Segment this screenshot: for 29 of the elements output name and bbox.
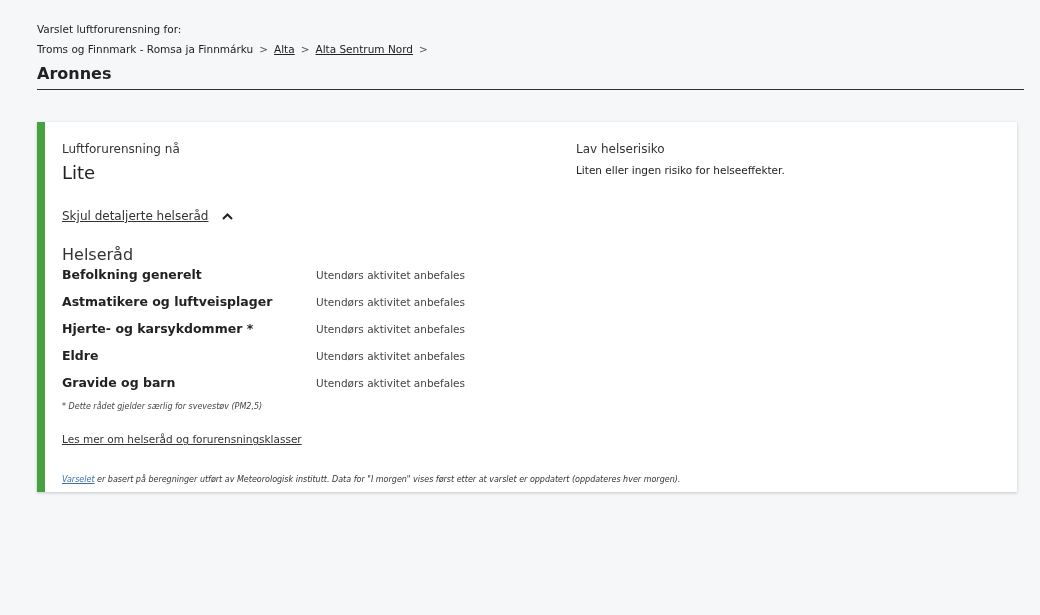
group-name: Eldre [62,348,100,363]
risk-title: Lav helserisiko [576,142,665,156]
status-value: Lite [62,162,96,183]
toggle-advice-link[interactable]: Skjul detaljerte helseråd [62,209,209,223]
breadcrumb-separator: > [300,43,310,55]
group-name: Hjerte- og karsykdommer * [62,321,255,336]
page-title: Aronnes [37,64,112,83]
advice-text: Utendørs aktivitet anbefales [316,349,467,362]
forecast-link[interactable]: Varselet [62,475,95,484]
read-more-link[interactable]: Les mer om helseråd og forurensningsklasser [62,433,302,445]
advice-text: Utendørs aktivitet anbefales [316,322,467,335]
breadcrumb-separator: > [418,43,428,55]
intro-text: Varslet luftforurensning for: [37,23,182,35]
group-name: Astmatikere og luftveisplager [62,294,274,309]
advice-text: Utendørs aktivitet anbefales [316,295,467,308]
advice-heading: Helseråd [62,245,134,264]
breadcrumb-separator: > [259,43,268,55]
source-note: Varselet er basert på beregninger utført av Meteorologisk institutt. Data for "I morgen" vises først etter at varslet er oppdatert (oppdateres hver morgen). [62,475,681,484]
advice-text: Utendørs aktivitet anbefales [316,376,467,389]
footnote: * Dette rådet gjelder særlig for svevestøv (PM2,5) [62,402,263,411]
status-label: Luftforurensning nå [62,142,180,156]
breadcrumb-link[interactable]: Alta Sentrum Nord [315,43,413,55]
group-name: Befolkning generelt [62,267,203,282]
group-name: Gravide og barn [62,375,177,390]
breadcrumb-link[interactable]: Alta [274,43,295,55]
chevron-up-icon[interactable] [222,212,234,220]
advice-text: Utendørs aktivitet anbefales [316,268,467,281]
breadcrumb-item: Troms og Finnmark - Romsa ja Finnmárku [37,43,254,55]
risk-text: Liten eller ingen risiko for helseeffekter. [576,164,785,176]
